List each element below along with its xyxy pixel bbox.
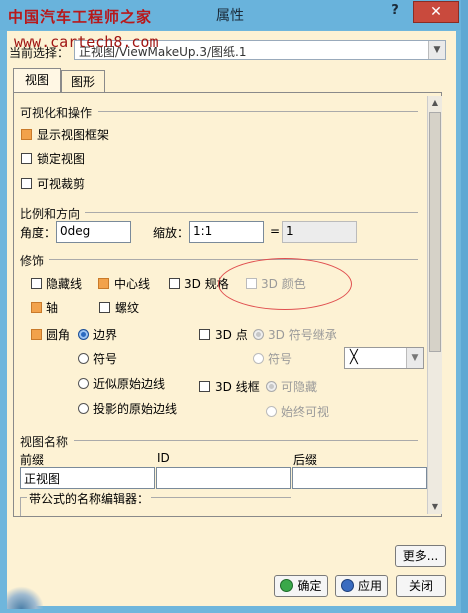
formula-editor-label: 带公式的名称编辑器：: [27, 490, 152, 507]
suffix-input[interactable]: [292, 467, 427, 489]
hidden-lines-checkbox[interactable]: [31, 278, 42, 289]
apply-label: 应用: [357, 579, 382, 593]
watermark-url: www.cartech8.com: [14, 33, 159, 51]
more-button[interactable]: 更多...: [395, 545, 446, 567]
id-input[interactable]: [156, 467, 291, 489]
fillet-projected-edges-label: 投影的原始边线: [93, 402, 178, 416]
lock-view-label: 锁定视图: [37, 152, 86, 166]
3d-point-label: 3D 点: [215, 328, 248, 342]
suffix-label: 后缀: [293, 453, 318, 467]
fillet-projected-edges-radio[interactable]: [78, 403, 89, 414]
equals-sign: =: [270, 224, 281, 238]
apply-icon: [340, 579, 354, 592]
tab-view[interactable]: 视图: [13, 68, 61, 93]
watermark-logo: 中国汽车工程师之家: [8, 8, 153, 26]
show-view-frame-label: 显示视图框架: [37, 128, 110, 142]
annotation-circle: [218, 258, 352, 310]
scroll-up-icon[interactable]: ▲: [428, 96, 442, 110]
symbol-value: ╳: [350, 350, 358, 365]
apply-button[interactable]: 应用: [335, 575, 388, 597]
section-view-name-header: 视图名称: [20, 435, 69, 449]
section-visualization-header: 可视化和操作: [20, 106, 93, 120]
globe-decoration: [7, 585, 43, 609]
close-window-button[interactable]: ✕: [413, 1, 459, 23]
3d-symbol-inherit-label: 3D 符号继承: [268, 328, 337, 342]
divider: [98, 111, 418, 112]
panel-scrollbar[interactable]: ▲ ▼: [427, 96, 442, 514]
fillet-boundary-radio[interactable]: [78, 329, 89, 340]
prefix-label: 前缀: [20, 453, 45, 467]
tab-graphic[interactable]: 图形: [61, 70, 105, 92]
scroll-down-icon[interactable]: ▼: [428, 500, 442, 514]
window-title: 属性: [216, 8, 244, 24]
wireframe-hideable-radio[interactable]: [266, 381, 277, 392]
fillet-checkbox[interactable]: [31, 329, 42, 340]
point-symbol-label: 符号: [268, 352, 293, 366]
prefix-input[interactable]: 正视图: [20, 467, 155, 489]
3d-wireframe-label: 3D 线框: [215, 380, 260, 394]
wireframe-always-visible-radio[interactable]: [266, 406, 277, 417]
wireframe-hideable-label: 可隐藏: [281, 380, 318, 394]
thread-checkbox[interactable]: [99, 302, 110, 313]
center-line-label: 中心线: [114, 277, 151, 291]
close-button[interactable]: 关闭: [396, 575, 446, 597]
ok-button[interactable]: 确定: [274, 575, 328, 597]
fillet-approx-edges-label: 近似原始边线: [93, 377, 166, 391]
divider: [74, 440, 418, 441]
wireframe-always-visible-label: 始终可视: [281, 405, 330, 419]
fillet-approx-edges-radio[interactable]: [78, 378, 89, 389]
help-button[interactable]: ?: [382, 2, 408, 20]
fillet-symbol-label: 符号: [93, 352, 118, 366]
scroll-thumb[interactable]: [429, 112, 441, 352]
computed-scale-field: 1: [282, 221, 357, 243]
visual-clipping-label: 可视裁剪: [37, 177, 86, 191]
center-line-checkbox[interactable]: [98, 278, 109, 289]
section-dressup-header: 修饰: [20, 254, 45, 268]
3d-wireframe-checkbox[interactable]: [199, 381, 210, 392]
ok-icon: [280, 579, 294, 592]
3d-symbol-inherit-radio[interactable]: [253, 329, 264, 340]
axis-label: 轴: [46, 301, 59, 315]
hidden-lines-label: 隐藏线: [46, 277, 83, 291]
fillet-boundary-label: 边界: [93, 328, 118, 342]
visual-clipping-checkbox[interactable]: [21, 178, 32, 189]
3d-spec-checkbox[interactable]: [169, 278, 180, 289]
fillet-symbol-radio[interactable]: [78, 353, 89, 364]
ok-label: 确定: [297, 579, 322, 593]
divider: [49, 259, 418, 260]
chevron-down-icon[interactable]: ▼: [428, 41, 445, 59]
3d-point-checkbox[interactable]: [199, 329, 210, 340]
symbol-select[interactable]: ╳ ▼: [344, 347, 424, 369]
point-symbol-radio[interactable]: [253, 353, 264, 364]
zoom-input[interactable]: 1:1: [189, 221, 264, 243]
divider: [85, 212, 418, 213]
angle-label: 角度：: [20, 226, 57, 240]
lock-view-checkbox[interactable]: [21, 153, 32, 164]
chevron-down-icon[interactable]: ▼: [406, 348, 423, 368]
id-label: ID: [157, 451, 170, 465]
thread-label: 螺纹: [115, 301, 140, 315]
section-scale-header: 比例和方向: [20, 207, 81, 221]
fillet-label: 圆角: [46, 328, 71, 342]
angle-input[interactable]: 0deg: [56, 221, 131, 243]
show-view-frame-checkbox[interactable]: [21, 129, 32, 140]
axis-checkbox[interactable]: [31, 302, 42, 313]
zoom-label: 缩放：: [153, 226, 190, 240]
